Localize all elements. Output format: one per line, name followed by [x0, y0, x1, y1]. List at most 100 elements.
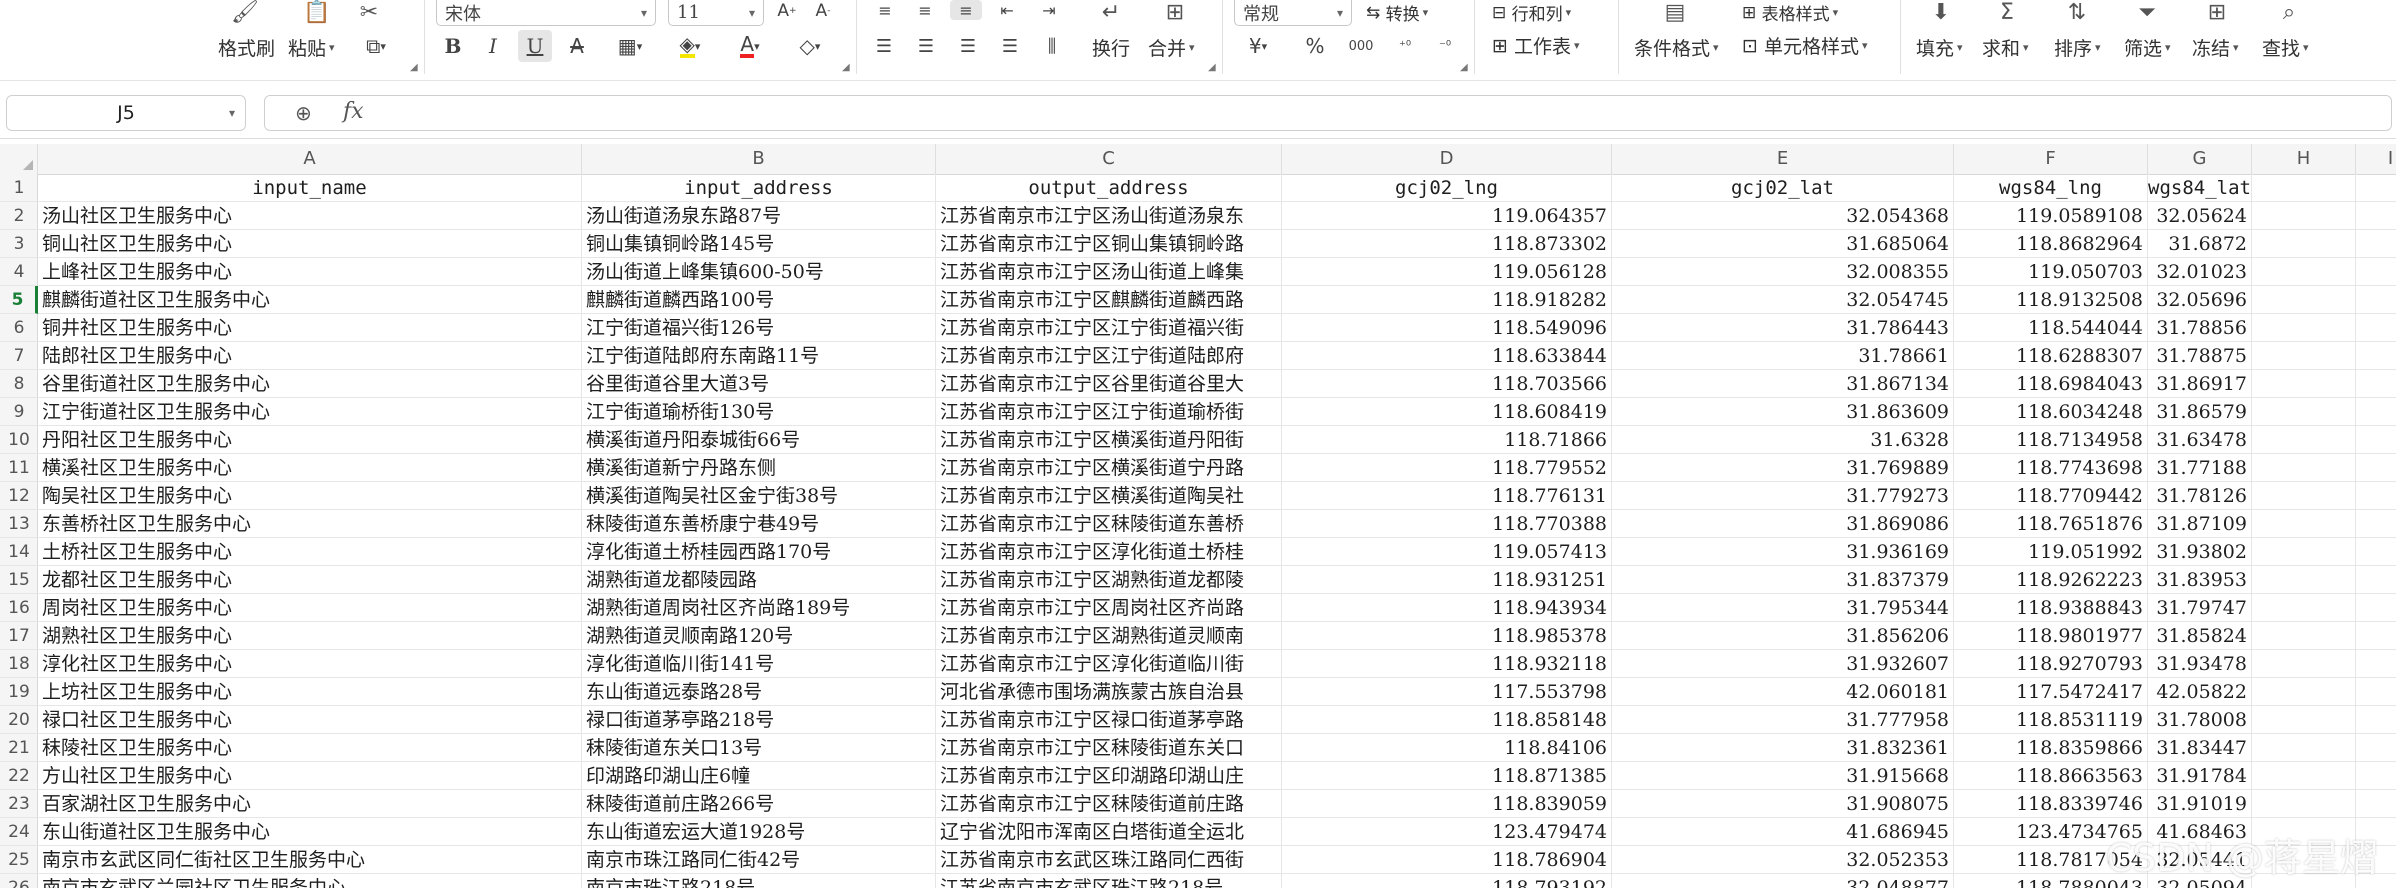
data-cell[interactable] — [2356, 678, 2396, 706]
data-cell[interactable]: 湖熟街道周岗社区齐尚路189号 — [582, 594, 936, 622]
data-cell[interactable] — [2252, 202, 2356, 230]
column-title-cell[interactable] — [2356, 174, 2396, 202]
data-cell[interactable]: 118.793192 — [1282, 874, 1612, 888]
data-cell[interactable]: 江苏省南京市江宁区汤山街道汤泉东 — [936, 202, 1282, 230]
data-cell[interactable]: 119.056128 — [1282, 258, 1612, 286]
data-cell[interactable]: 117.5472417 — [1954, 678, 2148, 706]
row-header[interactable]: 12 — [0, 482, 38, 510]
justify-icon[interactable]: ☰ — [996, 32, 1024, 60]
data-cell[interactable] — [2252, 370, 2356, 398]
data-cell[interactable]: 32.054368 — [1612, 202, 1954, 230]
sum-button[interactable]: 求和 ▾ — [1982, 34, 2029, 61]
data-cell[interactable]: 118.7134958 — [1954, 426, 2148, 454]
data-cell[interactable]: 31.832361 — [1612, 734, 1954, 762]
data-cell[interactable]: 江苏省南京市江宁区秣陵街道东关口 — [936, 734, 1282, 762]
data-cell[interactable] — [2356, 762, 2396, 790]
data-cell[interactable]: 江苏省南京市江宁区秣陵街道东善桥 — [936, 510, 1282, 538]
data-cell[interactable]: 铜山集镇铜岭路145号 — [582, 230, 936, 258]
align-center-icon[interactable]: ☰ — [912, 32, 940, 60]
data-cell[interactable]: 118.943934 — [1282, 594, 1612, 622]
data-cell[interactable] — [2252, 398, 2356, 426]
data-cell[interactable]: 横溪社区卫生服务中心 — [38, 454, 582, 482]
data-cell[interactable]: 119.051992 — [1954, 538, 2148, 566]
data-cell[interactable]: 118.71866 — [1282, 426, 1612, 454]
data-cell[interactable] — [2252, 286, 2356, 314]
font-color-icon[interactable]: A ▾ — [728, 32, 772, 60]
data-cell[interactable]: 湖熟街道龙都陵园路 — [582, 566, 936, 594]
data-cell[interactable]: 秣陵社区卫生服务中心 — [38, 734, 582, 762]
indent-increase-icon[interactable]: ⇥ — [1036, 0, 1062, 20]
row-header[interactable]: 19 — [0, 678, 38, 706]
dialog-launcher-icon[interactable]: ◢ — [410, 62, 418, 73]
copy-icon[interactable]: ⧉ ▾ — [356, 32, 396, 60]
row-header[interactable]: 21 — [0, 734, 38, 762]
data-cell[interactable]: 42.060181 — [1612, 678, 1954, 706]
row-header[interactable]: 4 — [0, 258, 38, 286]
column-title-cell[interactable]: output_address — [936, 174, 1282, 202]
data-cell[interactable] — [2356, 706, 2396, 734]
align-bottom-icon[interactable]: ≡ — [950, 0, 982, 20]
data-cell[interactable]: 31.78875 — [2148, 342, 2252, 370]
row-header[interactable]: 26 — [0, 874, 38, 888]
data-cell[interactable]: 31.78856 — [2148, 314, 2252, 342]
data-cell[interactable]: 31.85824 — [2148, 622, 2252, 650]
data-cell[interactable]: 118.608419 — [1282, 398, 1612, 426]
data-cell[interactable]: 江苏省南京市江宁区印湖路印湖山庄 — [936, 762, 1282, 790]
data-cell[interactable]: 31.63478 — [2148, 426, 2252, 454]
select-all-corner[interactable] — [0, 144, 38, 174]
data-cell[interactable] — [2356, 538, 2396, 566]
data-cell[interactable] — [2356, 202, 2396, 230]
column-header-h[interactable]: H — [2252, 144, 2356, 174]
data-cell[interactable]: 汤山街道汤泉东路87号 — [582, 202, 936, 230]
data-cell[interactable] — [2252, 734, 2356, 762]
data-cell[interactable] — [2356, 426, 2396, 454]
row-header[interactable]: 16 — [0, 594, 38, 622]
data-cell[interactable] — [2356, 622, 2396, 650]
data-cell[interactable]: 31.86579 — [2148, 398, 2252, 426]
data-cell[interactable]: 江苏省南京市江宁区横溪街道陶吴社 — [936, 482, 1282, 510]
data-cell[interactable] — [2356, 790, 2396, 818]
thousands-icon[interactable]: 000 — [1344, 32, 1378, 60]
data-cell[interactable] — [2356, 398, 2396, 426]
number-format-select[interactable]: 常规 ▾ — [1234, 0, 1352, 26]
data-cell[interactable]: 31.83953 — [2148, 566, 2252, 594]
row-header[interactable]: 1 — [0, 174, 38, 202]
data-cell[interactable]: 印湖路印湖山庄6幢 — [582, 762, 936, 790]
data-cell[interactable]: 31.863609 — [1612, 398, 1954, 426]
merge-button[interactable]: 合并 ▾ — [1148, 34, 1195, 61]
indent-decrease-icon[interactable]: ⇤ — [994, 0, 1020, 20]
data-cell[interactable]: 31.79747 — [2148, 594, 2252, 622]
cut-icon[interactable]: ✂ — [352, 0, 386, 26]
data-cell[interactable]: 江苏省南京市江宁区横溪街道宁丹路 — [936, 454, 1282, 482]
column-title-cell[interactable]: wgs84_lng — [1954, 174, 2148, 202]
data-cell[interactable]: 江宁街道福兴街126号 — [582, 314, 936, 342]
data-cell[interactable]: 秣陵街道东善桥康宁巷49号 — [582, 510, 936, 538]
data-cell[interactable]: 江苏省南京市江宁区江宁街道陆郎府 — [936, 342, 1282, 370]
data-cell[interactable]: 31.856206 — [1612, 622, 1954, 650]
data-cell[interactable]: 龙都社区卫生服务中心 — [38, 566, 582, 594]
data-cell[interactable]: 周岗社区卫生服务中心 — [38, 594, 582, 622]
data-cell[interactable]: 江苏省南京市江宁区湖熟街道灵顺南 — [936, 622, 1282, 650]
clear-format-icon[interactable]: ◇ ▾ — [788, 32, 832, 60]
data-cell[interactable]: 湖熟社区卫生服务中心 — [38, 622, 582, 650]
data-cell[interactable]: 118.985378 — [1282, 622, 1612, 650]
data-cell[interactable]: 32.048877 — [1612, 874, 1954, 888]
data-cell[interactable]: 31.6328 — [1612, 426, 1954, 454]
data-cell[interactable] — [2356, 258, 2396, 286]
conditional-format-button[interactable]: 条件格式 ▾ — [1634, 34, 1719, 61]
data-cell[interactable]: 118.6984043 — [1954, 370, 2148, 398]
data-cell[interactable]: 土桥社区卫生服务中心 — [38, 538, 582, 566]
row-header[interactable]: 22 — [0, 762, 38, 790]
dialog-launcher-icon[interactable]: ◢ — [1460, 62, 1468, 73]
data-cell[interactable]: 31.936169 — [1612, 538, 1954, 566]
data-cell[interactable] — [2356, 594, 2396, 622]
rows-cols-button[interactable]: ⊟ 行和列 ▾ — [1492, 0, 1571, 26]
convert-button[interactable]: ⇆ 转换 ▾ — [1366, 0, 1428, 26]
bold-icon[interactable]: B — [438, 32, 468, 60]
row-header[interactable]: 9 — [0, 398, 38, 426]
data-cell[interactable]: 119.0589108 — [1954, 202, 2148, 230]
data-cell[interactable]: 118.779552 — [1282, 454, 1612, 482]
data-cell[interactable]: 江苏省南京市江宁区秣陵街道前庄路 — [936, 790, 1282, 818]
data-cell[interactable] — [2252, 454, 2356, 482]
data-cell[interactable]: 118.544044 — [1954, 314, 2148, 342]
